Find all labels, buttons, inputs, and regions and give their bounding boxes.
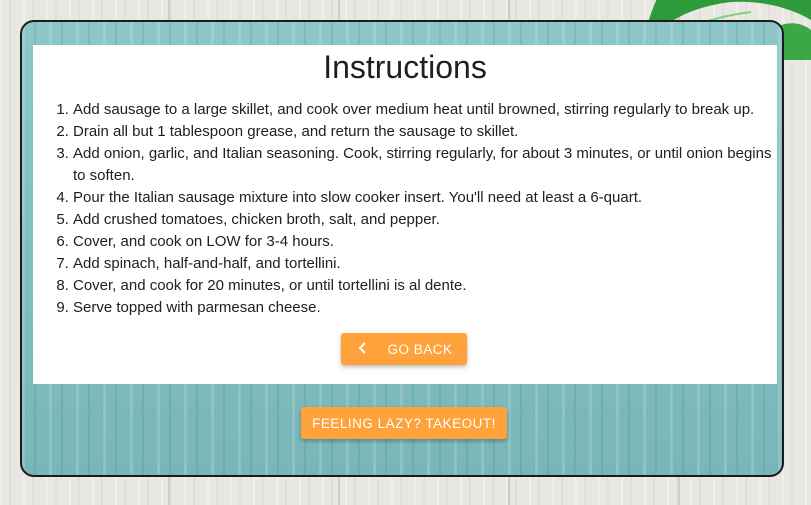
chevron-left-icon — [355, 341, 371, 357]
takeout-button[interactable]: FEELING LAZY? TAKEOUT! — [301, 407, 507, 439]
list-item: Add crushed tomatoes, chicken broth, sal… — [73, 209, 777, 231]
list-item: Serve topped with parmesan cheese. — [73, 297, 777, 319]
takeout-label: FEELING LAZY? TAKEOUT! — [312, 415, 496, 431]
list-item: Cover, and cook on LOW for 3-4 hours. — [73, 231, 777, 253]
go-back-label: GO BACK — [387, 341, 453, 357]
page-title: Instructions — [323, 49, 487, 85]
list-item: Pour the Italian sausage mixture into sl… — [73, 187, 777, 209]
recipe-card: Instructions Add sausage to a large skil… — [20, 20, 784, 477]
instructions-panel: Instructions Add sausage to a large skil… — [33, 45, 777, 384]
go-back-button[interactable]: GO BACK — [341, 333, 467, 365]
list-item: Add sausage to a large skillet, and cook… — [73, 99, 777, 121]
list-item: Drain all but 1 tablespoon grease, and r… — [73, 121, 777, 143]
list-item: Cover, and cook for 20 minutes, or until… — [73, 275, 777, 297]
list-item: Add onion, garlic, and Italian seasoning… — [73, 143, 777, 187]
list-item: Add spinach, half-and-half, and tortelli… — [73, 253, 777, 275]
instructions-list: Add sausage to a large skillet, and cook… — [33, 99, 777, 319]
